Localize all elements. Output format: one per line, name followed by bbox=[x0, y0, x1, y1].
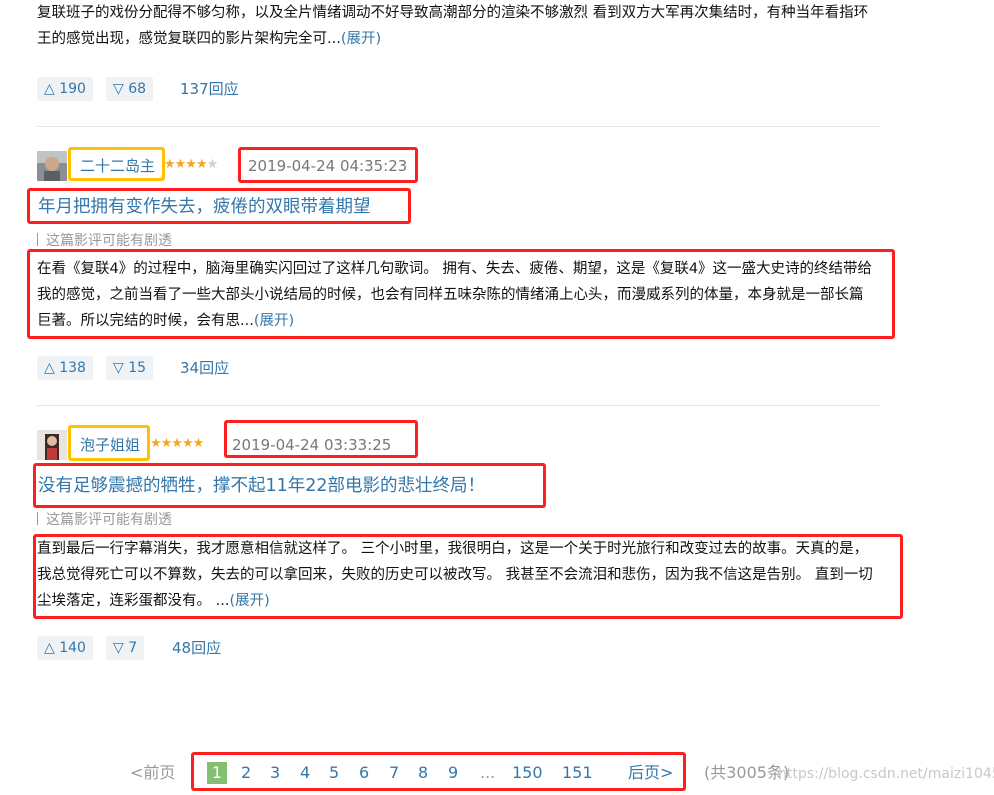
thumb-down-icon: ▽ bbox=[113, 81, 124, 97]
thumb-up-icon: △ bbox=[44, 81, 55, 97]
pagination-page-151[interactable]: 151 bbox=[562, 760, 593, 786]
pagination-total: (共3005条) bbox=[704, 763, 790, 782]
star-icon: ★★★★★ bbox=[150, 436, 204, 451]
watermark: https://blog.csdn.net/maizi1045 bbox=[778, 766, 994, 782]
review-3-upvote-button[interactable]: △ 140 bbox=[37, 636, 93, 660]
spoiler-bar bbox=[37, 233, 38, 246]
downvote-count: 7 bbox=[128, 640, 138, 656]
review-1-body: 复联班子的戏份分配得不够匀称，以及全片情绪调动不好导致高潮部分的渲染不够激烈 看… bbox=[37, 0, 877, 52]
review-2-username[interactable]: 二十二岛主 bbox=[80, 155, 155, 177]
review-2-downvote-button[interactable]: ▽ 15 bbox=[106, 356, 154, 380]
review-1-expand-link[interactable]: (展开) bbox=[341, 31, 381, 47]
user-avatar[interactable] bbox=[37, 430, 67, 460]
upvote-count: 190 bbox=[59, 81, 86, 97]
review-3-timestamp: 2019-04-24 03:33:25 bbox=[232, 436, 392, 454]
review-1-replies-link[interactable]: 137回应 bbox=[180, 77, 239, 101]
review-2-timestamp: 2019-04-24 04:35:23 bbox=[248, 157, 408, 175]
review-3-spoiler-note: 这篇影评可能有剧透 bbox=[37, 510, 172, 530]
user-avatar[interactable] bbox=[37, 151, 67, 181]
pagination-prev: <前页 bbox=[130, 763, 176, 782]
review-3-username[interactable]: 泡子姐姐 bbox=[80, 434, 140, 456]
review-3-replies-link[interactable]: 48回应 bbox=[172, 636, 221, 660]
review-1-downvote-button[interactable]: ▽ 68 bbox=[106, 77, 154, 101]
pagination-current-page: 1 bbox=[207, 762, 227, 784]
pagination-ellipsis: ... bbox=[480, 763, 496, 782]
review-2-expand-link[interactable]: (展开) bbox=[254, 313, 294, 329]
spoiler-label: 这篇影评可能有剧透 bbox=[46, 233, 172, 249]
review-3-expand-link[interactable]: (展开) bbox=[229, 593, 269, 609]
review-2-body: 在看《复联4》的过程中，脑海里确实闪回过了这样几句歌词。 拥有、失去、疲倦、期望… bbox=[37, 256, 877, 334]
review-3-rating: ★★★★★ bbox=[150, 434, 204, 454]
thumb-up-icon: △ bbox=[44, 360, 55, 376]
review-2-title[interactable]: 年月把拥有变作失去，疲倦的双眼带着期望 bbox=[38, 195, 371, 219]
pagination-page-8[interactable]: 8 bbox=[418, 760, 428, 786]
downvote-count: 15 bbox=[128, 360, 147, 376]
pagination-page-3[interactable]: 3 bbox=[270, 760, 280, 786]
pagination-page-9[interactable]: 9 bbox=[448, 760, 458, 786]
star-empty-icon: ★ bbox=[206, 157, 219, 172]
review-2-spoiler-note: 这篇影评可能有剧透 bbox=[37, 231, 172, 251]
highlight-pagination-box bbox=[191, 752, 686, 791]
upvote-count: 140 bbox=[59, 640, 86, 656]
pagination-page-4[interactable]: 4 bbox=[300, 760, 310, 786]
thumb-down-icon: ▽ bbox=[113, 360, 124, 376]
spoiler-label: 这篇影评可能有剧透 bbox=[46, 512, 172, 528]
pagination-next[interactable]: 后页> bbox=[628, 760, 673, 786]
thumb-down-icon: ▽ bbox=[113, 640, 124, 656]
spoiler-bar bbox=[37, 512, 38, 525]
thumb-up-icon: △ bbox=[44, 640, 55, 656]
downvote-count: 68 bbox=[128, 81, 147, 97]
review-2-text: 在看《复联4》的过程中，脑海里确实闪回过了这样几句歌词。 拥有、失去、疲倦、期望… bbox=[37, 261, 873, 329]
star-icon: ★★★★ bbox=[164, 157, 208, 172]
pagination-page-2[interactable]: 2 bbox=[241, 760, 251, 786]
pagination-page-7[interactable]: 7 bbox=[389, 760, 399, 786]
review-divider bbox=[37, 126, 880, 127]
review-1-upvote-button[interactable]: △ 190 bbox=[37, 77, 93, 101]
review-2-rating: ★★★★★ bbox=[164, 155, 219, 175]
review-2-upvote-button[interactable]: △ 138 bbox=[37, 356, 93, 380]
review-1-text: 复联班子的戏份分配得不够匀称，以及全片情绪调动不好导致高潮部分的渲染不够激烈 看… bbox=[37, 5, 869, 47]
review-3-downvote-button[interactable]: ▽ 7 bbox=[106, 636, 145, 660]
review-3-title[interactable]: 没有足够震撼的牺牲，撑不起11年22部电影的悲壮终局！ bbox=[38, 474, 485, 498]
pagination-page-150[interactable]: 150 bbox=[512, 760, 543, 786]
review-3-body: 直到最后一行字幕消失，我才愿意相信就这样了。 三个小时里，我很明白，这是一个关于… bbox=[37, 536, 882, 614]
pagination-page-6[interactable]: 6 bbox=[359, 760, 369, 786]
review-2-replies-link[interactable]: 34回应 bbox=[180, 356, 229, 380]
review-3-text: 直到最后一行字幕消失，我才愿意相信就这样了。 三个小时里，我很明白，这是一个关于… bbox=[37, 541, 873, 609]
upvote-count: 138 bbox=[59, 360, 86, 376]
review-divider bbox=[37, 405, 880, 406]
pagination-page-5[interactable]: 5 bbox=[329, 760, 339, 786]
